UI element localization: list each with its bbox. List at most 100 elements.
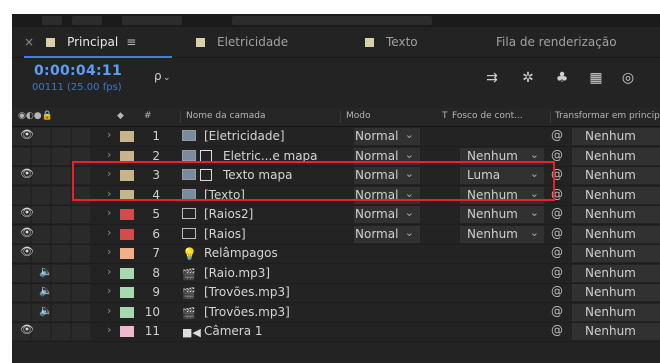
eye-icon[interactable]: 👁 — [20, 226, 34, 239]
frame-blending-icon[interactable]: ▦ — [586, 68, 606, 88]
parent-dropdown[interactable]: Nenhum — [572, 167, 660, 184]
parent-dropdown[interactable]: Nenhum — [572, 206, 660, 223]
layer-name-header[interactable]: Nome da camada — [186, 111, 265, 121]
track-matte-dropdown[interactable]: Nenhum ⌄ — [460, 206, 544, 223]
switch-cell[interactable] — [52, 284, 70, 301]
pick-whip-icon[interactable]: @ — [551, 128, 563, 142]
speaker-icon[interactable]: 🔈 — [39, 265, 53, 278]
layer-row[interactable]: 🔈 › 8 🎬 [Raio.mp3] @ Nenhum — [12, 264, 660, 284]
layer-name[interactable]: Eletric...e mapa — [223, 149, 318, 163]
switch-cell[interactable] — [72, 323, 90, 340]
chevron-right-icon[interactable]: › — [107, 265, 111, 278]
eye-icon[interactable]: 👁 — [20, 167, 34, 180]
layer-name[interactable]: [Trovões.mp3] — [204, 285, 290, 299]
layer-search-input[interactable]: ρ ⌄ — [148, 67, 478, 87]
switch-cell[interactable] — [12, 303, 30, 321]
parent-header[interactable]: Transformar em principal — [555, 111, 660, 121]
label-color-swatch[interactable] — [120, 150, 134, 162]
layer-row[interactable]: 👁 › 11 ■◀ Câmera 1 @ Nenhum — [12, 322, 660, 342]
chevron-right-icon[interactable]: › — [107, 284, 111, 297]
switch-cell[interactable] — [72, 147, 90, 165]
t-header[interactable]: T — [442, 111, 448, 121]
layer-row[interactable]: › 4 [Texto] Normal ⌄ Nenhum ⌄ @ Nenhum — [12, 186, 660, 206]
switch-cell[interactable] — [52, 264, 70, 282]
switch-cell[interactable] — [52, 186, 70, 204]
switch-cell[interactable] — [72, 128, 90, 145]
pick-whip-icon[interactable]: @ — [551, 304, 563, 318]
layer-row[interactable]: 👁 › 1 [Eletricidade] Normal ⌄ @ Nenhum — [12, 127, 660, 147]
layer-name[interactable]: [Raios] — [204, 227, 246, 241]
track-matte-header[interactable]: Fosco de cont... — [452, 111, 523, 121]
switch-cell[interactable] — [32, 128, 50, 145]
parent-dropdown[interactable]: Nenhum — [572, 303, 660, 321]
eye-icon[interactable]: 👁 — [20, 128, 34, 141]
label-color-swatch[interactable] — [120, 326, 134, 337]
pick-whip-icon[interactable]: @ — [551, 206, 563, 220]
layer-name[interactable]: [Eletricidade] — [204, 129, 285, 143]
label-color-swatch[interactable] — [120, 228, 134, 240]
parent-dropdown[interactable]: Nenhum — [572, 245, 660, 262]
eye-icon[interactable]: 👁 — [20, 245, 34, 258]
label-color-swatch[interactable] — [120, 267, 134, 279]
parent-dropdown[interactable]: Nenhum — [572, 186, 660, 204]
track-matte-dropdown[interactable]: Nenhum ⌄ — [460, 186, 544, 204]
label-color-swatch[interactable] — [120, 189, 134, 201]
switch-cell[interactable] — [72, 206, 90, 223]
pick-whip-icon[interactable]: @ — [551, 284, 563, 298]
switch-cell[interactable] — [32, 225, 50, 243]
switch-cell[interactable] — [32, 245, 50, 262]
switch-cell[interactable] — [12, 264, 30, 282]
parent-dropdown[interactable]: Nenhum — [572, 128, 660, 145]
pick-whip-icon[interactable]: @ — [551, 323, 563, 337]
parent-dropdown[interactable]: Nenhum — [572, 284, 660, 301]
pick-whip-icon[interactable]: @ — [551, 167, 563, 181]
chevron-right-icon[interactable]: › — [107, 245, 111, 258]
tab-render-queue[interactable]: Fila de renderização — [496, 27, 617, 57]
layer-name[interactable]: [Raios2] — [204, 207, 253, 221]
close-icon[interactable]: × — [24, 35, 34, 49]
switch-cell[interactable] — [32, 167, 50, 184]
layer-row[interactable]: 🔈 › 10 🎬 [Trovões.mp3] @ Nenhum — [12, 303, 660, 323]
switch-cell[interactable] — [52, 128, 70, 145]
layer-row[interactable]: 👁 › 5 [Raios2] Normal ⌄ Nenhum ⌄ @ Nenhum — [12, 205, 660, 225]
layer-name[interactable]: [Texto] — [204, 188, 245, 202]
track-matte-dropdown[interactable]: Nenhum ⌄ — [460, 147, 544, 165]
comp-flowchart-icon[interactable]: ⇉ — [482, 68, 502, 88]
switch-cell[interactable] — [32, 186, 50, 204]
layer-name[interactable]: Câmera 1 — [204, 324, 263, 338]
blend-mode-dropdown[interactable]: Normal ⌄ — [354, 225, 420, 243]
switch-cell[interactable] — [52, 245, 70, 262]
switch-cell[interactable] — [12, 186, 30, 204]
blend-mode-dropdown[interactable]: Normal ⌄ — [354, 206, 420, 223]
blend-mode-dropdown[interactable]: Normal ⌄ — [354, 147, 420, 165]
switch-cell[interactable] — [52, 225, 70, 243]
layer-row[interactable]: 🔈 › 9 🎬 [Trovões.mp3] @ Nenhum — [12, 283, 660, 303]
tab-texto[interactable]: Texto — [365, 27, 418, 57]
chevron-right-icon[interactable]: › — [107, 304, 111, 317]
label-color-swatch[interactable] — [120, 248, 134, 259]
eye-icon[interactable]: 👁 — [20, 206, 34, 219]
label-color-swatch[interactable] — [120, 170, 134, 181]
pick-whip-icon[interactable]: @ — [551, 226, 563, 240]
draft-3d-icon[interactable]: ✲ — [518, 68, 538, 88]
blend-mode-dropdown[interactable]: Normal ⌄ — [354, 128, 420, 145]
chevron-right-icon[interactable]: › — [107, 206, 111, 219]
blend-mode-dropdown[interactable]: Normal ⌄ — [354, 167, 420, 184]
switch-cell[interactable] — [72, 225, 90, 243]
chevron-right-icon[interactable]: › — [107, 167, 111, 180]
layer-row[interactable]: 👁 › 6 [Raios] Normal ⌄ Nenhum ⌄ @ Nenhum — [12, 225, 660, 245]
switch-cell[interactable] — [32, 323, 50, 340]
switch-cell[interactable] — [32, 206, 50, 223]
tab-principal[interactable]: × Principal ≡ — [24, 27, 136, 57]
switch-cell[interactable] — [52, 167, 70, 184]
speaker-icon[interactable]: 🔈 — [39, 284, 53, 297]
switch-cell[interactable] — [52, 206, 70, 223]
layer-name[interactable]: [Trovões.mp3] — [204, 305, 290, 319]
chevron-right-icon[interactable]: › — [107, 128, 111, 141]
switch-cell[interactable] — [52, 303, 70, 321]
parent-dropdown[interactable]: Nenhum — [572, 225, 660, 243]
chevron-right-icon[interactable]: › — [107, 148, 111, 161]
switch-cell[interactable] — [72, 186, 90, 204]
av-switches-header[interactable]: ◉◐●🔒 — [18, 111, 53, 121]
parent-dropdown[interactable]: Nenhum — [572, 323, 660, 340]
